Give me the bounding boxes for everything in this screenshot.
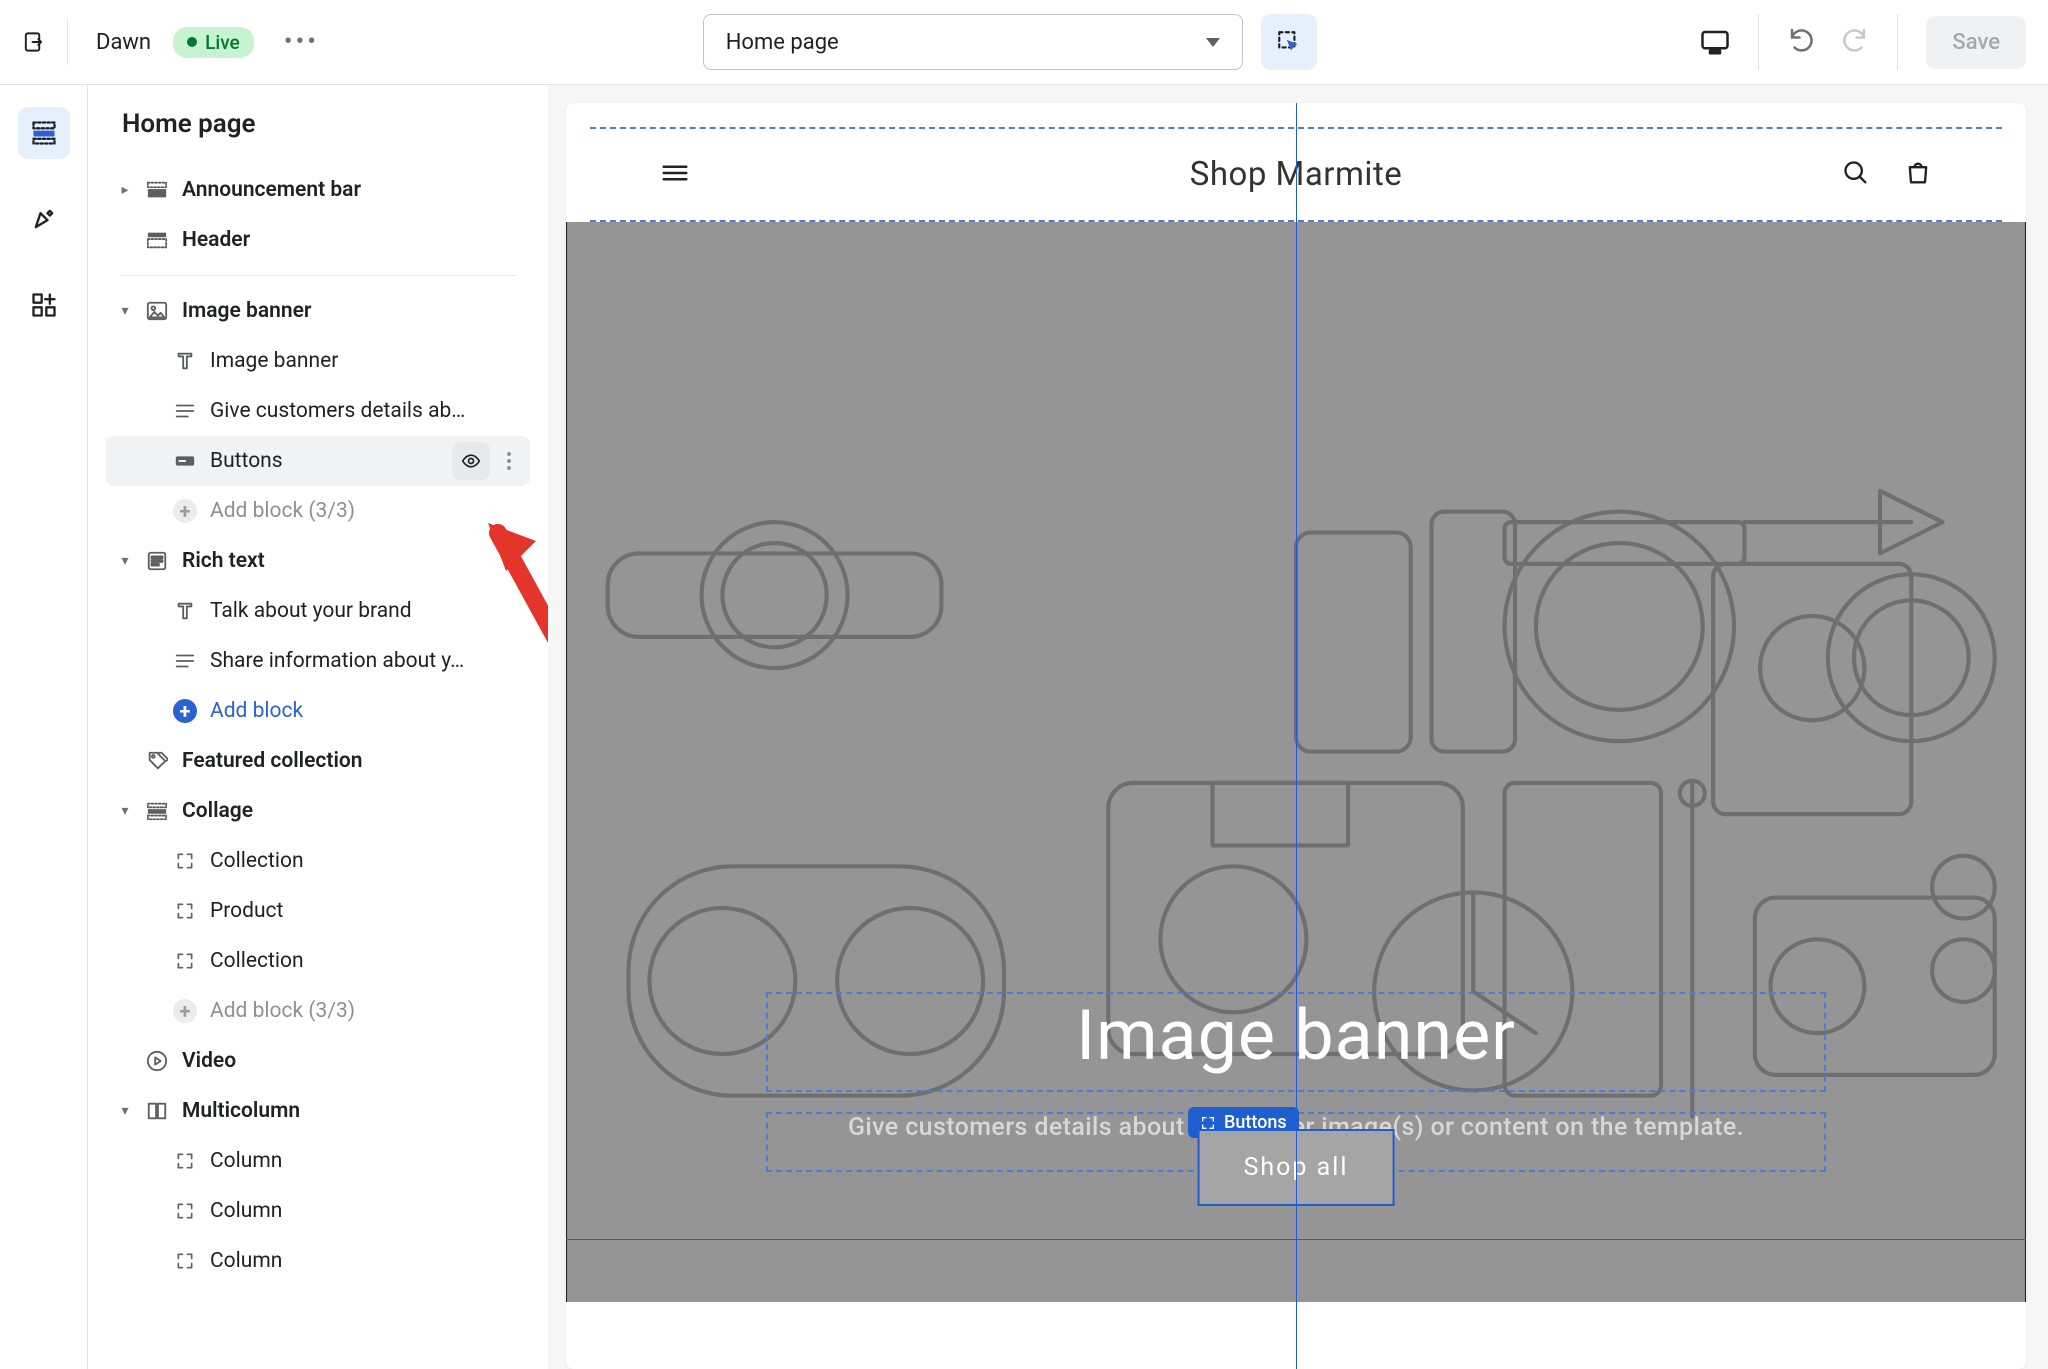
paragraph-icon [168, 650, 202, 672]
plus-icon: + [173, 999, 197, 1023]
announcement-icon [140, 179, 174, 201]
more-menu-button[interactable]: ••• [284, 27, 319, 57]
block-image-banner-heading[interactable]: Image banner [106, 336, 530, 386]
block-image-banner-buttons[interactable]: Buttons [106, 436, 530, 486]
frame-icon [168, 951, 202, 971]
block-image-banner-text[interactable]: Give customers details ab… [106, 386, 530, 436]
menu-icon[interactable] [660, 158, 690, 192]
block-richtext-text[interactable]: Share information about y… [106, 636, 530, 686]
block-multicolumn-2[interactable]: Column [106, 1236, 530, 1286]
chevron-down-icon: ▾ [114, 553, 136, 569]
button-icon [168, 450, 202, 472]
block-collage-0[interactable]: Collection [106, 836, 530, 886]
frame-icon [168, 1251, 202, 1271]
block-multicolumn-1[interactable]: Column [106, 1186, 530, 1236]
visibility-toggle[interactable] [452, 442, 490, 480]
banner-cta-button[interactable]: Shop all [1198, 1129, 1395, 1206]
block-collage-2[interactable]: Collection [106, 936, 530, 986]
exit-button[interactable] [22, 19, 68, 65]
preview-image-banner[interactable]: Image banner Give customers details abou… [566, 222, 2026, 1302]
plus-icon: + [173, 699, 197, 723]
frame-icon [168, 851, 202, 871]
desktop-view-button[interactable] [1700, 27, 1730, 57]
page-title: Home page [122, 109, 530, 139]
add-block-richtext[interactable]: + Add block [106, 686, 530, 736]
richtext-icon [140, 550, 174, 572]
save-button[interactable]: Save [1926, 16, 2026, 69]
plus-icon: + [173, 499, 197, 523]
preview-canvas[interactable]: Shop Marmite [566, 103, 2026, 1369]
page-selector[interactable]: Home page [703, 14, 1243, 70]
drag-handle-icon[interactable] [498, 452, 520, 470]
cart-icon[interactable] [1904, 159, 1932, 191]
chevron-right-icon: ▸ [114, 182, 136, 198]
section-tree[interactable]: Home page ▸ Announcement bar Header ▾ Im… [88, 85, 548, 1369]
chevron-down-icon: ▾ [114, 1103, 136, 1119]
columns-icon [140, 1100, 174, 1122]
section-announcement-bar[interactable]: ▸ Announcement bar [106, 165, 530, 215]
rail-sections[interactable] [18, 107, 70, 159]
store-name: Shop Marmite [590, 155, 2002, 194]
section-multicolumn[interactable]: ▾ Multicolumn [106, 1086, 530, 1136]
theme-name: Dawn [96, 30, 151, 55]
banner-heading[interactable]: Image banner [606, 995, 1986, 1077]
page-selector-label: Home page [726, 30, 839, 55]
header-icon [140, 229, 174, 251]
section-header[interactable]: Header [106, 215, 530, 265]
rail-theme-settings[interactable] [18, 193, 70, 245]
frame-icon [168, 1201, 202, 1221]
block-richtext-heading[interactable]: Talk about your brand [106, 586, 530, 636]
section-collage[interactable]: ▾ Collage [106, 786, 530, 836]
text-heading-icon [168, 350, 202, 372]
frame-icon [168, 901, 202, 921]
section-featured-collection[interactable]: Featured collection [106, 736, 530, 786]
rail-apps[interactable] [18, 279, 70, 331]
block-collage-1[interactable]: Product [106, 886, 530, 936]
undo-button[interactable] [1787, 25, 1817, 59]
chevron-down-icon: ▾ [114, 303, 136, 319]
section-video[interactable]: Video [106, 1036, 530, 1086]
section-rich-text[interactable]: ▾ Rich text [106, 536, 530, 586]
add-block-image-banner: + Add block (3/3) [106, 486, 530, 536]
tag-icon [140, 750, 174, 772]
block-multicolumn-0[interactable]: Column [106, 1136, 530, 1186]
inspector-toggle[interactable] [1261, 14, 1317, 70]
play-icon [140, 1050, 174, 1072]
add-block-collage: + Add block (3/3) [106, 986, 530, 1036]
chevron-down-icon: ▾ [114, 803, 136, 819]
search-icon[interactable] [1842, 159, 1870, 191]
collage-icon [140, 800, 174, 822]
image-icon [140, 300, 174, 322]
redo-button[interactable] [1839, 25, 1869, 59]
paragraph-icon [168, 400, 202, 422]
text-heading-icon [168, 600, 202, 622]
section-image-banner[interactable]: ▾ Image banner [106, 286, 530, 336]
chevron-down-icon [1206, 38, 1220, 47]
status-badge: Live [173, 27, 254, 58]
frame-icon [168, 1151, 202, 1171]
